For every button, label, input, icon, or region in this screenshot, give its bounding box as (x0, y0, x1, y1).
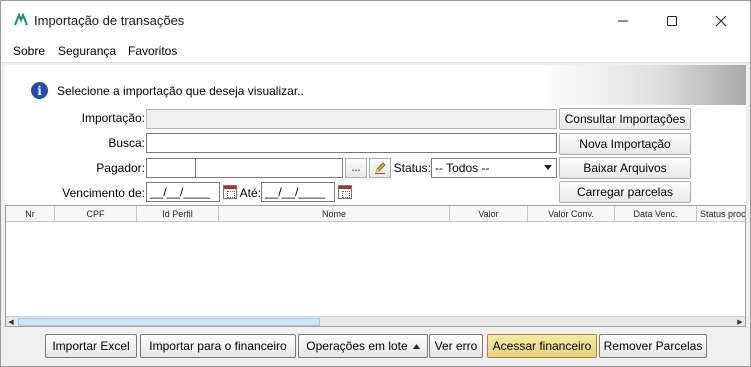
calendar-icon[interactable] (338, 185, 352, 199)
info-icon: i (31, 82, 48, 99)
info-banner: i Selecione a importação que deseja visu… (5, 65, 746, 105)
chevron-down-icon (544, 165, 552, 170)
app-logo-icon (14, 13, 28, 26)
column-header[interactable]: Nome (219, 206, 450, 222)
busca-label: Busca: (108, 136, 145, 150)
app-window: Importação de transações Sobre Segurança… (0, 0, 751, 367)
importar-excel-button[interactable]: Importar Excel (45, 334, 137, 358)
maximize-button[interactable] (649, 7, 695, 35)
calendar-icon[interactable] (223, 185, 237, 199)
status-label: Status: (393, 161, 431, 175)
menu-sobre[interactable]: Sobre (13, 44, 45, 58)
importacao-field[interactable] (146, 109, 557, 129)
scroll-left-icon[interactable]: ◀ (6, 317, 16, 327)
busca-input[interactable] (146, 133, 557, 153)
grid-header: Nr CPF Id Perfil Nome Valor Valor Conv. … (6, 206, 745, 222)
consultar-importacoes-button[interactable]: Consultar Importações (559, 108, 691, 130)
column-header[interactable]: Data Venc. (615, 206, 697, 222)
scroll-thumb[interactable] (18, 318, 320, 326)
pagador-code-input[interactable] (146, 158, 196, 178)
maximize-icon (667, 16, 677, 26)
menu-seguranca[interactable]: Segurança (58, 44, 116, 58)
filter-form: Importação: Consultar Importações Busca:… (5, 105, 746, 205)
pagador-lookup-button[interactable]: ... (345, 158, 367, 178)
carregar-parcelas-button[interactable]: Carregar parcelas (559, 181, 691, 203)
vencimento-label: Vencimento de: (62, 186, 145, 200)
scroll-right-icon[interactable]: ▶ (735, 317, 745, 327)
window-title: Importação de transações (34, 13, 185, 28)
column-header[interactable]: CPF (55, 206, 137, 222)
column-header[interactable]: Valor Conv. (528, 206, 615, 222)
ate-label: Até: (239, 186, 261, 200)
remover-parcelas-button[interactable]: Remover Parcelas (599, 334, 707, 358)
pagador-label: Pagador: (96, 161, 145, 175)
menu-favoritos[interactable]: Favoritos (128, 44, 177, 58)
nova-importacao-button[interactable]: Nova Importação (559, 133, 691, 155)
operacoes-lote-button[interactable]: Operações em lote (298, 334, 428, 358)
operacoes-lote-label: Operações em lote (306, 339, 408, 353)
pagador-edit-button[interactable] (369, 158, 391, 178)
vencimento-ate-input[interactable]: __/__/____ (261, 182, 335, 202)
title-bar: Importação de transações (1, 1, 750, 39)
status-selected-value: -- Todos -- (435, 161, 490, 175)
baixar-arquivos-button[interactable]: Baixar Arquivos (559, 157, 691, 179)
column-header[interactable]: Id Perfil (137, 206, 219, 222)
column-header[interactable]: Status proc (697, 206, 745, 222)
close-icon (715, 15, 727, 27)
importar-financeiro-button[interactable]: Importar para o financeiro (140, 334, 296, 358)
pencil-icon (375, 162, 386, 174)
action-bar: Importar Excel Importar para o financeir… (5, 329, 746, 363)
pagador-name-input[interactable] (195, 158, 343, 178)
importacao-label: Importação: (81, 111, 145, 125)
minimize-button[interactable] (600, 7, 646, 35)
status-select[interactable]: -- Todos -- (431, 158, 557, 178)
transactions-grid: Nr CPF Id Perfil Nome Valor Valor Conv. … (5, 205, 746, 327)
chevron-up-icon (412, 343, 420, 349)
minimize-icon (618, 20, 628, 22)
ver-erro-button[interactable]: Ver erro (429, 334, 483, 358)
close-button[interactable] (698, 7, 744, 35)
column-header[interactable]: Nr (6, 206, 55, 222)
column-header[interactable]: Valor (450, 206, 528, 222)
vencimento-de-input[interactable]: __/__/____ (146, 182, 220, 202)
info-message: Selecione a importação que deseja visual… (57, 84, 304, 98)
acessar-financeiro-button[interactable]: Acessar financeiro (487, 334, 597, 358)
menu-bar: Sobre Segurança Favoritos (1, 39, 750, 63)
horizontal-scrollbar[interactable]: ◀ ▶ (6, 316, 745, 326)
